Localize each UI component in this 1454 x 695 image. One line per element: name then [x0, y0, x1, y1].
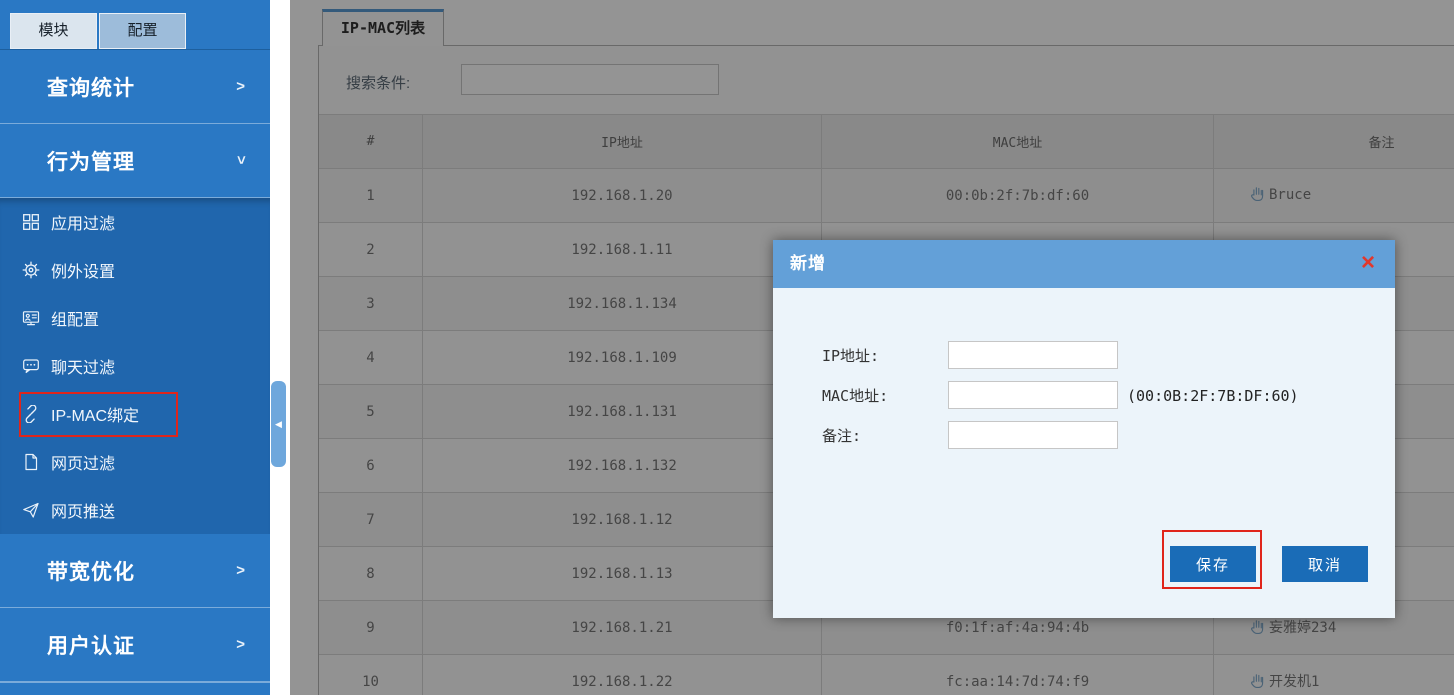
chevron-right-icon: >: [236, 78, 246, 95]
sidebar-collapse-handle[interactable]: ◀: [271, 381, 286, 467]
sidebar-item-label: 用户认证: [47, 630, 135, 660]
chevron-down-icon: >: [233, 156, 250, 166]
mac-input[interactable]: [948, 381, 1118, 409]
chevron-right-icon: >: [236, 636, 246, 653]
cancel-button[interactable]: 取消: [1282, 546, 1368, 582]
sidebar-item-chat-filter[interactable]: 聊天过滤: [0, 342, 270, 390]
close-icon[interactable]: ×: [1355, 248, 1381, 278]
note-input[interactable]: [948, 421, 1118, 449]
mac-format-hint: (00:0B:2F:7B:DF:60): [1127, 381, 1299, 411]
sidebar-item-label: 聊天过滤: [51, 354, 115, 378]
sidebar-item-ip-mac-binding[interactable]: IP-MAC绑定: [0, 390, 270, 438]
send-icon: [22, 501, 40, 519]
behavior-submenu: 应用过滤 例外设置 组配置 聊天过滤 IP-MAC绑定 网页过滤 网页推送: [0, 198, 270, 534]
collapse-arrow-icon: ◀: [275, 419, 282, 430]
chevron-right-icon: >: [236, 562, 246, 579]
sidebar-item-user-auth[interactable]: 用户认证 >: [0, 608, 270, 682]
gear-icon: [22, 261, 40, 279]
sidebar-item-label: 网页过滤: [51, 450, 115, 474]
sidebar-item-group-config[interactable]: 组配置: [0, 294, 270, 342]
sidebar-item-app-filter[interactable]: 应用过滤: [0, 198, 270, 246]
dialog-title: 新增: [773, 240, 1395, 288]
sidebar-item-web-push[interactable]: 网页推送: [0, 486, 270, 534]
sidebar-item-label: 网页推送: [51, 498, 115, 522]
save-button[interactable]: 保存: [1170, 546, 1256, 582]
grid-icon: [22, 213, 40, 231]
mac-field-row: MAC地址: (00:0B:2F:7B:DF:60): [822, 381, 940, 411]
sidebar-item-label: 查询统计: [47, 72, 135, 102]
sidebar-item-label: 组配置: [51, 306, 99, 330]
ip-field-row: IP地址:: [822, 341, 940, 371]
sidebar-item-web-filter[interactable]: 网页过滤: [0, 438, 270, 486]
mac-field-label: MAC地址:: [822, 381, 940, 411]
sidebar-item-label: 带宽优化: [47, 556, 135, 586]
sidebar-next-item-partial: [0, 682, 270, 695]
sidebar-tab-bar: 模块 配置: [0, 0, 270, 50]
sidebar-item-behavior-mgmt[interactable]: 行为管理 >: [0, 124, 270, 198]
sidebar-item-bandwidth[interactable]: 带宽优化 >: [0, 534, 270, 608]
ip-input[interactable]: [948, 341, 1118, 369]
sidebar-item-label: 行为管理: [47, 146, 135, 176]
add-dialog: 新增 × IP地址: MAC地址: (00:0B:2F:7B:DF:60) 备注…: [773, 240, 1395, 618]
tab-config[interactable]: 配置: [99, 13, 186, 49]
sidebar-item-label: 应用过滤: [51, 210, 115, 234]
group-card-icon: [22, 309, 40, 327]
note-field-row: 备注:: [822, 421, 940, 451]
link-icon: [22, 405, 40, 423]
chat-icon: [22, 357, 40, 375]
note-field-label: 备注:: [822, 421, 940, 451]
ip-field-label: IP地址:: [822, 341, 940, 371]
tab-module[interactable]: 模块: [10, 13, 97, 49]
sidebar-item-exceptions[interactable]: 例外设置: [0, 246, 270, 294]
page-icon: [22, 453, 40, 471]
sidebar-item-query-stats[interactable]: 查询统计 >: [0, 50, 270, 124]
sidebar-item-label: 例外设置: [51, 258, 115, 282]
sidebar: 模块 配置 查询统计 > 行为管理 > 应用过滤 例外设置 组配置 聊天过滤 I…: [0, 0, 270, 695]
sidebar-item-label: IP-MAC绑定: [51, 402, 139, 426]
